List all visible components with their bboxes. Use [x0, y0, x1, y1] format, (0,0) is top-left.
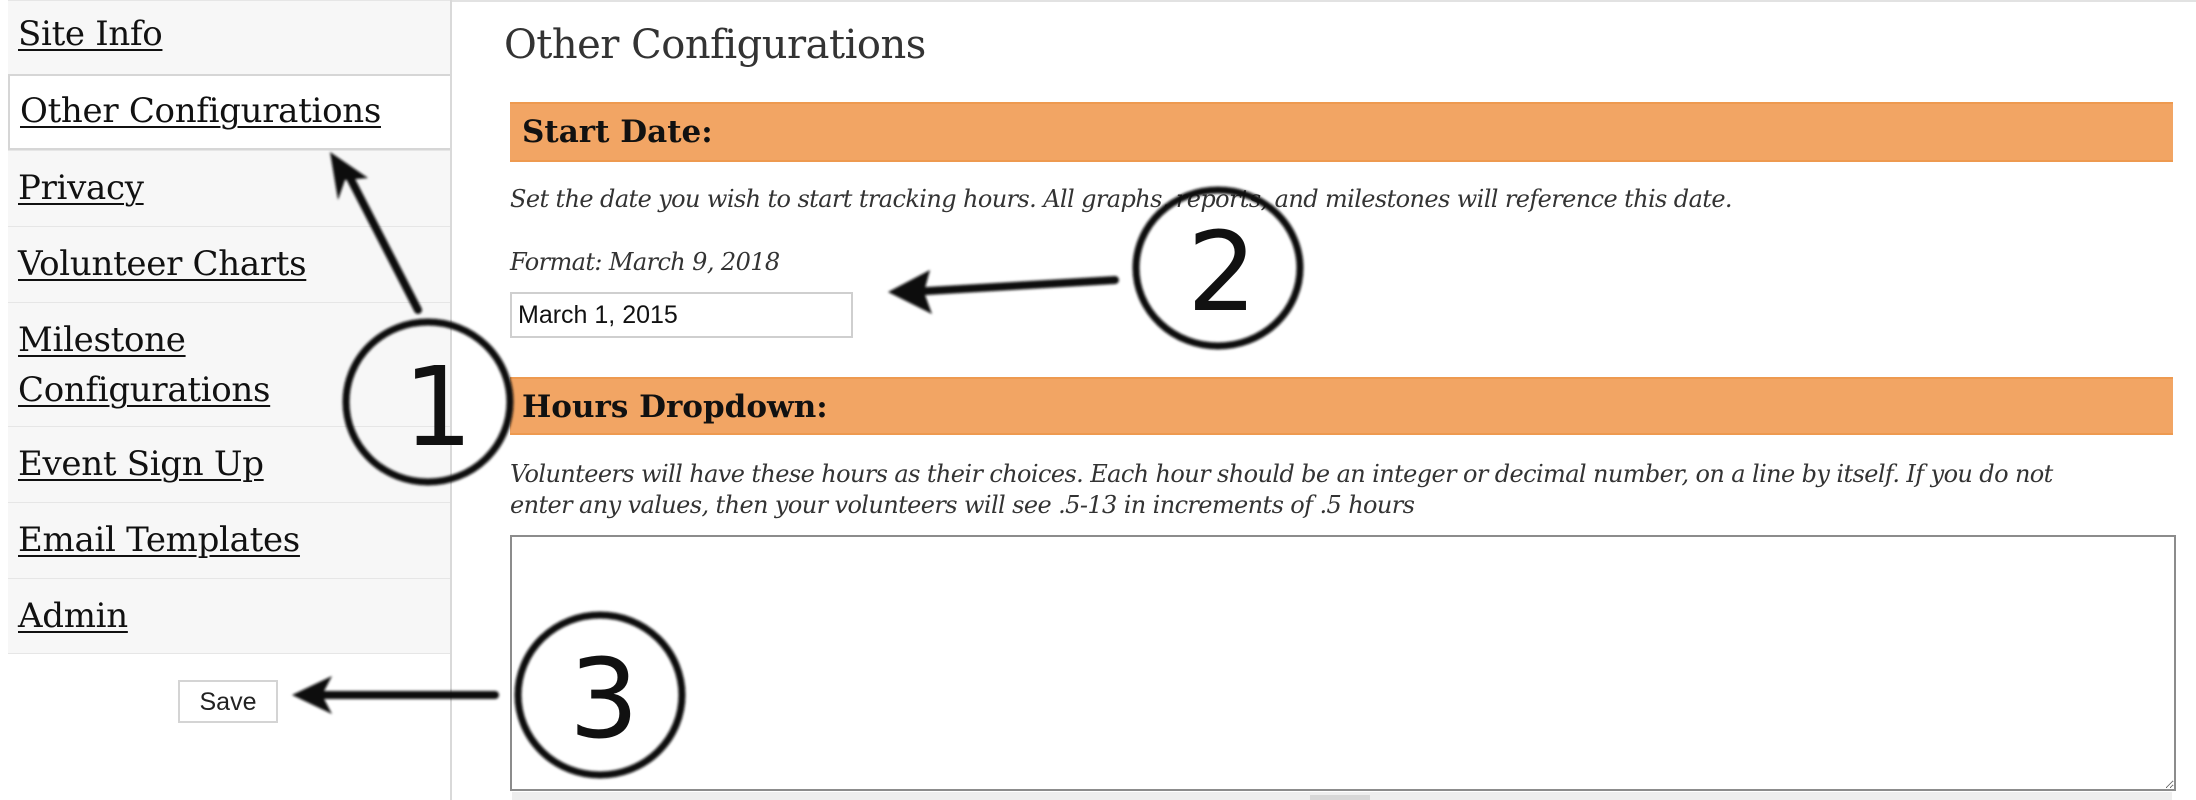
start-date-description: Set the date you wish to start tracking …: [510, 185, 1733, 213]
sidebar-link-volunteer-charts[interactable]: Volunteer Charts: [18, 239, 307, 289]
start-date-header: Start Date:: [510, 102, 2173, 162]
sidebar-link-site-info[interactable]: Site Info: [18, 9, 163, 59]
start-date-input[interactable]: [510, 292, 853, 338]
sidebar-link-other-configurations[interactable]: Other Configurations: [20, 86, 381, 136]
sidebar-divider: [450, 0, 452, 800]
sidebar-item-site-info[interactable]: Site Info: [8, 0, 450, 74]
bottom-toolbar-handle[interactable]: [1310, 795, 1370, 800]
sidebar-item-event-sign-up[interactable]: Event Sign Up: [8, 426, 450, 502]
sidebar-link-milestone-line1[interactable]: Milestone: [18, 315, 186, 365]
date-format-hint: Format: March 9, 2018: [510, 248, 780, 276]
sidebar-item-other-configurations[interactable]: Other Configurations: [8, 74, 452, 150]
top-border: [450, 0, 2196, 2]
sidebar-link-email-templates[interactable]: Email Templates: [18, 515, 300, 565]
start-date-heading: Start Date:: [522, 114, 713, 150]
hours-dropdown-header: Hours Dropdown:: [510, 377, 2173, 435]
sidebar-link-milestone-line2[interactable]: Configurations: [18, 365, 270, 415]
sidebar-link-privacy[interactable]: Privacy: [18, 163, 144, 213]
sidebar-item-volunteer-charts[interactable]: Volunteer Charts: [8, 226, 450, 302]
sidebar-item-privacy[interactable]: Privacy: [8, 150, 450, 226]
sidebar-item-admin[interactable]: Admin: [8, 578, 450, 654]
hours-dropdown-description-2: enter any values, then your volunteers w…: [510, 491, 1415, 519]
sidebar-link-admin[interactable]: Admin: [18, 591, 128, 641]
sidebar-link-event-sign-up[interactable]: Event Sign Up: [18, 439, 264, 489]
sidebar-item-milestone-configurations[interactable]: Milestone Configurations: [8, 302, 450, 426]
save-button[interactable]: Save: [178, 680, 278, 723]
hours-dropdown-description-1: Volunteers will have these hours as thei…: [510, 460, 2053, 488]
annotation-arrow-3: [292, 676, 499, 714]
hours-dropdown-heading: Hours Dropdown:: [522, 389, 828, 425]
sidebar-item-email-templates[interactable]: Email Templates: [8, 502, 450, 578]
page-title: Other Configurations: [504, 22, 926, 68]
hours-dropdown-textarea[interactable]: [510, 535, 2176, 791]
